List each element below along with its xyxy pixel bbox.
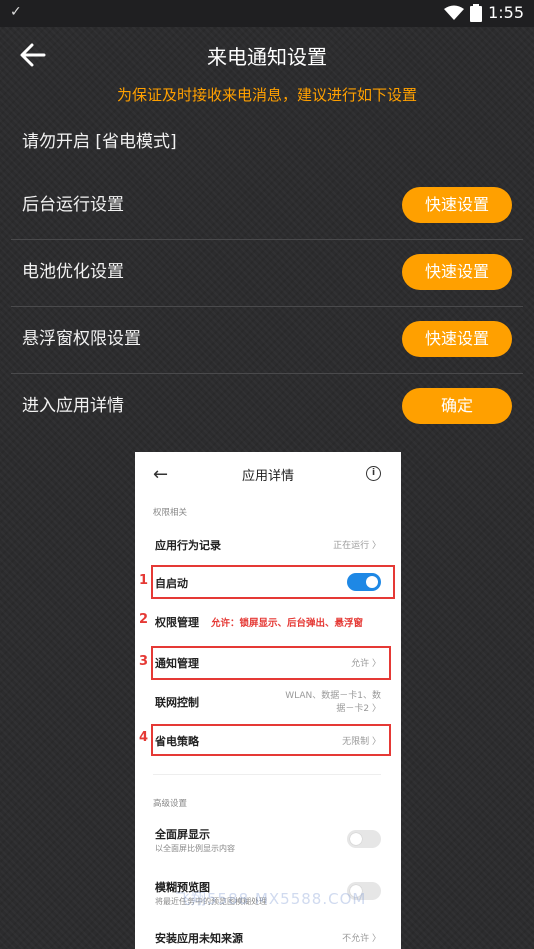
- guide-value: 无限制 〉: [342, 737, 381, 747]
- guide-item-subtext: 以全面屏比例显示内容: [155, 844, 235, 853]
- guide-item-fullscreen: 全面屏显示: [155, 828, 210, 841]
- watermark: 飞翔5588 MX5588.COM: [175, 890, 367, 908]
- annotation-number-4: 4: [139, 730, 149, 745]
- battery-icon: [470, 3, 483, 22]
- guide-value: 正在运行 〉: [333, 541, 381, 551]
- subtitle-hint: 为保证及时接收来电消息，建议进行如下设置: [116, 86, 417, 104]
- confirm-button[interactable]: 确定: [402, 388, 512, 424]
- row-floating-window: 悬浮窗权限设置 快速设置: [11, 306, 523, 372]
- power-saving-warning: 请勿开启 [省电模式]: [22, 132, 177, 152]
- guide-item-network: 联网控制: [155, 696, 199, 709]
- quick-setup-button-floating[interactable]: 快速设置: [402, 321, 512, 357]
- status-time: 1:55: [488, 3, 524, 22]
- wifi-icon: [444, 5, 465, 20]
- guide-value: 允许 〉: [351, 659, 381, 669]
- annotation-number-3: 3: [139, 654, 149, 669]
- guide-item-permissions: 权限管理: [155, 616, 199, 629]
- guide-section-permissions: 权限相关: [153, 508, 188, 518]
- guide-header: ← 应用详情 i: [135, 452, 401, 496]
- row-background-running: 后台运行设置 快速设置: [11, 172, 523, 238]
- row-label: 悬浮窗权限设置: [22, 329, 141, 349]
- autostart-toggle-icon: [347, 573, 381, 591]
- guide-value: WLAN、数据－卡1、数: [285, 691, 381, 701]
- guide-title: 应用详情: [241, 469, 294, 484]
- guide-item-behavior-log: 应用行为记录: [155, 539, 221, 552]
- page-title: 来电通知设置: [207, 45, 327, 69]
- quick-setup-button-battery[interactable]: 快速设置: [402, 254, 512, 290]
- row-app-details: 进入应用详情 确定: [11, 373, 523, 439]
- row-label: 电池优化设置: [22, 262, 124, 282]
- check-icon: ✓: [10, 4, 22, 20]
- guide-item-notifications: 通知管理: [155, 657, 199, 670]
- annotation-number-1: 1: [139, 573, 149, 588]
- status-right: 1:55: [444, 3, 524, 22]
- guide-screenshot: ← 应用详情 i 权限相关 应用行为记录 正在运行 〉 1 自启动 2 权限管理…: [135, 452, 401, 949]
- row-battery-optimization: 电池优化设置 快速设置: [11, 239, 523, 305]
- status-bar: ✓ 1:55: [0, 0, 534, 27]
- row-label: 进入应用详情: [22, 396, 124, 416]
- annotation-number-2: 2: [139, 612, 149, 627]
- row-label: 后台运行设置: [22, 195, 124, 215]
- guide-value: 不允许 〉: [342, 934, 381, 944]
- guide-item-autostart: 自启动: [155, 577, 188, 590]
- guide-value: 据－卡2 〉: [336, 704, 381, 714]
- fullscreen-toggle-icon: [347, 830, 381, 848]
- guide-item-power-policy: 省电策略: [155, 735, 199, 748]
- annotation-note: 允许：锁屏显示、后台弹出、悬浮窗: [211, 618, 364, 629]
- quick-setup-button-background[interactable]: 快速设置: [402, 187, 512, 223]
- info-icon: i: [366, 466, 381, 481]
- app-header: 来电通知设置: [0, 27, 534, 83]
- guide-divider: [153, 774, 381, 775]
- guide-item-unknown-sources: 安装应用未知来源: [155, 932, 243, 945]
- guide-section-advanced: 高级设置: [153, 799, 188, 809]
